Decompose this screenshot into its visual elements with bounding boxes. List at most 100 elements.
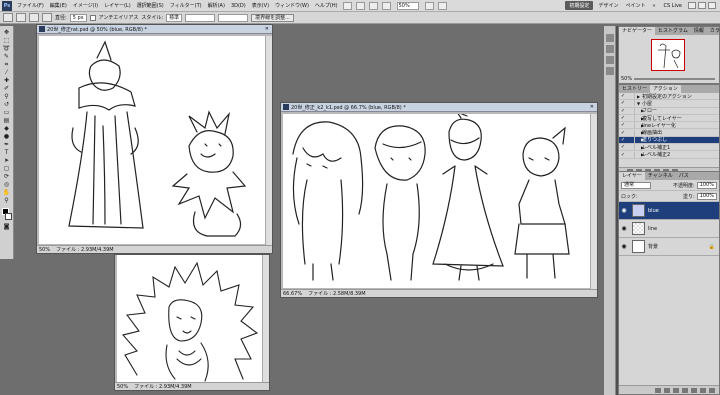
refine-edge-button[interactable]: 境界線を調整... xyxy=(251,13,294,22)
action-check-icon[interactable]: ✓ xyxy=(619,100,627,106)
action-item[interactable]: ✓ ▶ レベル補正2 xyxy=(619,151,719,159)
workspace-painting-button[interactable]: ペイント xyxy=(623,2,647,9)
expand-icon[interactable]: ▶ xyxy=(635,145,644,150)
action-item[interactable]: ✓ ▶ lineレイヤー化 xyxy=(619,122,719,130)
document-zoom[interactable]: 66.67% xyxy=(283,291,302,297)
brush-tool-icon[interactable]: ✐ xyxy=(2,85,12,92)
crop-tool-icon[interactable]: ⌗ xyxy=(2,61,12,68)
hand-tool-icon[interactable]: ✋ xyxy=(2,189,12,196)
arrange-documents-button[interactable] xyxy=(424,1,434,10)
action-item[interactable]: ✓ ▶ 線画抽出 xyxy=(619,129,719,137)
type-tool-icon[interactable]: T xyxy=(2,149,12,156)
close-document-icon[interactable]: ✕ xyxy=(590,104,594,110)
collapse-icon[interactable]: ▼ xyxy=(635,101,642,106)
quick-select-tool-icon[interactable]: ✎ xyxy=(2,53,12,60)
action-dialog-toggle[interactable] xyxy=(627,129,635,136)
action-dialog-toggle[interactable] xyxy=(627,115,635,122)
opacity-field[interactable]: 100% xyxy=(696,181,717,189)
eye-icon[interactable]: ◉ xyxy=(619,243,629,250)
menu-analysis[interactable]: 解析(A) xyxy=(205,2,228,9)
document-canvas[interactable] xyxy=(39,36,265,244)
clone-source-icon[interactable] xyxy=(605,56,614,64)
menu-3d[interactable]: 3D(D) xyxy=(228,3,249,9)
document-zoom[interactable]: 50% xyxy=(117,384,128,390)
zoom-tool-button[interactable] xyxy=(381,1,391,10)
close-button[interactable] xyxy=(708,2,716,9)
navigator-zoom-value[interactable]: 50% xyxy=(621,76,632,82)
marquee-tool-icon[interactable]: ⬚ xyxy=(2,37,12,44)
tab-paths[interactable]: パス xyxy=(676,172,692,180)
shape-tool-icon[interactable]: ▢ xyxy=(2,165,12,172)
zoom-level-field[interactable]: 50% xyxy=(396,1,419,10)
tab-color[interactable]: カラー xyxy=(707,27,720,35)
selection-subtract-icon[interactable] xyxy=(42,13,52,22)
minibridge-button[interactable] xyxy=(355,1,365,10)
minimize-button[interactable] xyxy=(688,2,696,9)
selection-add-icon[interactable] xyxy=(29,13,39,22)
height-field[interactable] xyxy=(218,13,249,22)
history-brush-icon[interactable]: ↺ xyxy=(2,101,12,108)
menu-help[interactable]: ヘルプ(H) xyxy=(312,2,341,9)
expand-icon[interactable]: ▶ xyxy=(635,108,644,113)
menu-file[interactable]: ファイル(F) xyxy=(14,2,47,9)
document-canvas[interactable] xyxy=(117,255,263,383)
action-check-icon[interactable]: ✓ xyxy=(619,137,627,143)
eye-icon[interactable]: ◉ xyxy=(619,225,629,232)
action-check-icon[interactable]: ✓ xyxy=(619,108,627,114)
eye-icon[interactable]: ◉ xyxy=(619,207,629,214)
action-dialog-toggle[interactable] xyxy=(627,136,635,143)
pen-tool-icon[interactable]: ✒ xyxy=(2,141,12,148)
action-dialog-toggle[interactable] xyxy=(627,93,635,100)
tab-histogram[interactable]: ヒストグラム xyxy=(655,27,691,35)
stamp-tool-icon[interactable]: ⚲ xyxy=(2,93,12,100)
document-window-3[interactable]: 20世_修正_k2_k1.psd @ 66.7% (blue, RGB/8) *… xyxy=(280,102,598,298)
menu-layer[interactable]: レイヤー(L) xyxy=(101,2,134,9)
action-check-icon[interactable]: ✓ xyxy=(619,144,627,150)
action-dialog-toggle[interactable] xyxy=(627,107,635,114)
width-field[interactable] xyxy=(185,13,216,22)
eraser-tool-icon[interactable]: ▭ xyxy=(2,109,12,116)
action-dialog-toggle[interactable] xyxy=(627,144,635,151)
style-select[interactable]: 標準 xyxy=(166,13,183,22)
folder-icon[interactable] xyxy=(691,387,697,393)
new-layer-icon[interactable] xyxy=(700,387,706,393)
trash-icon[interactable] xyxy=(709,387,715,393)
expand-icon[interactable]: ▶ xyxy=(635,94,642,99)
action-check-icon[interactable]: ✓ xyxy=(619,130,627,136)
character-panel-icon[interactable] xyxy=(605,67,614,75)
navigator-preview[interactable] xyxy=(651,39,685,71)
vertical-scrollbar[interactable] xyxy=(265,36,272,245)
layer-row-line[interactable]: ◉ line xyxy=(619,220,719,238)
blend-mode-select[interactable]: 通常 xyxy=(621,181,651,189)
action-dialog-toggle[interactable] xyxy=(627,100,635,107)
blur-tool-icon[interactable]: ◆ xyxy=(2,125,12,132)
expand-icon[interactable]: ▶ xyxy=(635,130,644,135)
size-field[interactable]: 5 px xyxy=(69,13,87,22)
vertical-scrollbar[interactable] xyxy=(262,255,269,382)
background-color[interactable] xyxy=(4,213,12,220)
menu-image[interactable]: イメージ(I) xyxy=(70,2,101,9)
tab-navigator[interactable]: ナビゲーター xyxy=(619,27,656,35)
document-window-2[interactable]: 50% ファイル : 2.93M/4.39M xyxy=(114,254,270,391)
menu-edit[interactable]: 編集(E) xyxy=(47,2,70,9)
vertical-scrollbar[interactable] xyxy=(590,114,597,289)
close-document-icon[interactable]: ✕ xyxy=(265,26,269,32)
menu-view[interactable]: 表示(V) xyxy=(249,2,272,9)
lasso-tool-icon[interactable]: ➰ xyxy=(2,45,12,52)
workspace-more-button[interactable]: » xyxy=(650,3,657,9)
3d-orbit-tool-icon[interactable]: ◎ xyxy=(2,181,12,188)
selection-new-icon[interactable] xyxy=(16,13,26,22)
action-dialog-toggle[interactable] xyxy=(627,122,635,129)
action-check-icon[interactable]: ✓ xyxy=(619,122,627,128)
menu-select[interactable]: 選択範囲(S) xyxy=(134,2,167,9)
maximize-button[interactable] xyxy=(698,2,706,9)
cs-live-button[interactable]: CS Live xyxy=(661,3,685,9)
document-title-bar[interactable]: 20世_修正rat.psd @ 50% (blue, RGB/8) * ✕ xyxy=(37,25,272,34)
bridge-button[interactable] xyxy=(342,1,352,10)
history-panel-icon[interactable] xyxy=(605,34,614,42)
tab-info[interactable]: 情報 xyxy=(691,27,707,35)
path-select-tool-icon[interactable]: ➤ xyxy=(2,157,12,164)
dodge-tool-icon[interactable]: ● xyxy=(2,133,12,140)
document-title-bar[interactable]: 20世_修正_k2_k1.psd @ 66.7% (blue, RGB/8) *… xyxy=(281,103,597,112)
move-tool-icon[interactable]: ✥ xyxy=(2,29,12,36)
